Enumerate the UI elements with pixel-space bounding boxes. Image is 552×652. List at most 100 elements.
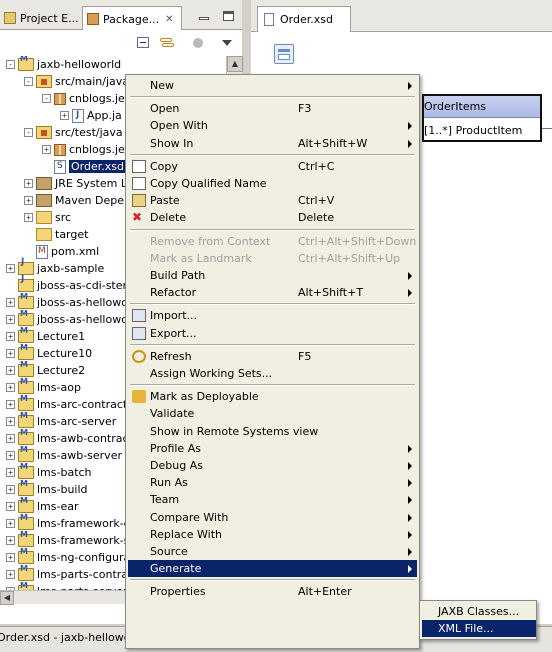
menu-item-source[interactable]: Source [128,543,417,560]
tree-item[interactable]: + lms-ear [6,496,79,515]
tree-item[interactable]: target [24,226,88,243]
expand-toggle-icon[interactable]: + [6,298,15,307]
tree-item[interactable]: + Lecture2 [6,360,85,379]
menu-item-assign-working-sets[interactable]: Assign Working Sets... [128,365,417,382]
expand-toggle-icon[interactable]: + [6,332,15,341]
tree-item[interactable]: + Lecture1 [6,326,85,345]
expand-toggle-icon[interactable]: + [42,145,51,154]
menu-item-build-path[interactable]: Build Path [128,267,417,284]
expand-toggle-icon[interactable]: + [6,400,15,409]
collapse-toggle-icon[interactable]: - [42,94,51,103]
expand-toggle-icon[interactable]: + [60,111,69,120]
expand-toggle-icon[interactable]: + [24,196,33,205]
scroll-left-icon[interactable]: ◀ [0,591,14,605]
menu-item-open[interactable]: Open F3 [128,100,417,117]
tree-item[interactable]: - cnblogs.je [42,90,125,107]
menu-item-delete[interactable]: ✖ Delete Delete [128,209,417,226]
expand-toggle-icon[interactable]: + [6,485,15,494]
menu-item-compare-with[interactable]: Compare With [128,509,417,526]
link-with-editor-icon[interactable] [159,36,175,50]
menu-item-paste[interactable]: Paste Ctrl+V [128,192,417,209]
tree-item[interactable]: + lms-aop [6,377,81,396]
tree-item[interactable]: - src/test/java [24,124,123,141]
submenu-arrow-icon [408,548,412,556]
menu-item-generate[interactable]: Generate [128,560,417,578]
menu-item-validate[interactable]: Validate [128,405,417,422]
tree-item[interactable]: + App.ja [60,107,122,124]
tree-item[interactable]: + lms-build [6,479,88,498]
tree-item[interactable]: pom.xml [24,243,99,260]
menu-item-show-in[interactable]: Show In Alt+Shift+W [128,135,417,152]
tree-item[interactable]: Order.xsd [42,158,126,175]
close-icon[interactable]: ✕ [165,14,173,25]
menu-item-properties[interactable]: Properties Alt+Enter [128,583,417,600]
collapse-toggle-icon[interactable]: - [6,60,15,69]
complex-type-box[interactable]: OrderItems [1..*] ProductItem [422,94,542,142]
menu-item-refactor[interactable]: Refactor Alt+Shift+T [128,284,417,301]
expand-toggle-icon[interactable]: + [6,502,15,511]
expand-toggle-icon[interactable]: + [6,383,15,392]
java-project-icon [18,274,34,292]
expand-toggle-icon[interactable]: + [24,179,33,188]
maximize-icon[interactable] [222,10,236,22]
tree-item[interactable]: - jaxb-helloworld [6,56,121,73]
expand-toggle-icon[interactable]: + [24,213,33,222]
menu-separator [130,303,415,306]
expand-toggle-icon[interactable]: + [6,468,15,477]
menu-item-profile-as[interactable]: Profile As [128,440,417,457]
menu-item-team[interactable]: Team [128,491,417,508]
expand-toggle-icon[interactable]: + [6,570,15,579]
tab-project-explorer[interactable]: Project E... [0,6,80,30]
menu-item-mark-as-deployable[interactable]: Mark as Deployable [128,388,417,405]
maven-project-icon [18,377,34,394]
menu-item-show-in-remote-systems-view[interactable]: Show in Remote Systems view [128,423,417,440]
expand-toggle-icon[interactable]: + [6,536,15,545]
menu-item-copy[interactable]: Copy Ctrl+C [128,158,417,175]
expand-toggle-icon[interactable]: + [6,349,15,358]
menu-item-import[interactable]: Import... [128,307,417,324]
menu-item-replace-with[interactable]: Replace With [128,526,417,543]
collapse-toggle-icon[interactable]: - [24,77,33,86]
tree-item[interactable]: + JRE System L [24,175,127,192]
expand-toggle-icon[interactable]: + [6,451,15,460]
maven-project-icon [18,547,34,564]
menu-item-new[interactable]: New [128,77,417,94]
collapse-all-icon[interactable] [136,36,152,50]
view-tab-bar: Project E... Package... ✕ [0,0,242,31]
expand-toggle-icon[interactable]: + [6,434,15,443]
submenu-item-xml-file[interactable]: XML File... [422,620,536,637]
scroll-up-icon[interactable]: ▲ [227,56,243,72]
focus-icon[interactable] [191,36,207,50]
menu-item-copy-qualified-name[interactable]: Copy Qualified Name [128,175,417,192]
tree-item[interactable]: + src [24,209,71,226]
expand-toggle-icon[interactable]: + [6,315,15,324]
expand-toggle-icon[interactable]: + [6,366,15,375]
tree-item[interactable]: + Lecture10 [6,343,92,362]
expand-toggle-icon[interactable]: + [6,417,15,426]
expand-toggle-icon[interactable]: + [6,519,15,528]
tree-item[interactable]: - src/main/java [24,73,129,90]
tree-item[interactable]: + lms-batch [6,462,92,481]
collapse-toggle-icon[interactable]: - [24,128,33,137]
minimize-icon[interactable] [197,10,211,22]
tree-item[interactable]: + Maven Deper [24,192,129,209]
expand-toggle-icon[interactable]: + [6,264,15,273]
submenu-item-jaxb-classes[interactable]: JAXB Classes... [422,603,536,620]
menu-item-export[interactable]: Export... [128,325,417,342]
element-row[interactable]: [1..*] ProductItem [424,122,540,140]
schema-icon[interactable] [274,44,294,64]
menu-item-debug-as[interactable]: Debug As [128,457,417,474]
tab-order-xsd[interactable]: Order.xsd [257,6,351,32]
expand-toggle-icon[interactable]: + [6,553,15,562]
menu-item-refresh[interactable]: Refresh F5 [128,348,417,365]
menu-item-run-as[interactable]: Run As [128,474,417,491]
folder-icon [36,211,52,224]
tab-package-explorer[interactable]: Package... ✕ [82,6,182,31]
tree-item[interactable]: + cnblogs.je [42,141,125,158]
view-menu-icon[interactable] [220,38,236,52]
menu-item-open-with[interactable]: Open With [128,117,417,134]
tab-label: Project E... [20,11,79,25]
library-icon [36,177,52,190]
menu-item-label: Export... [150,326,197,340]
tree-item-label: lms-awb-contract [37,432,133,445]
